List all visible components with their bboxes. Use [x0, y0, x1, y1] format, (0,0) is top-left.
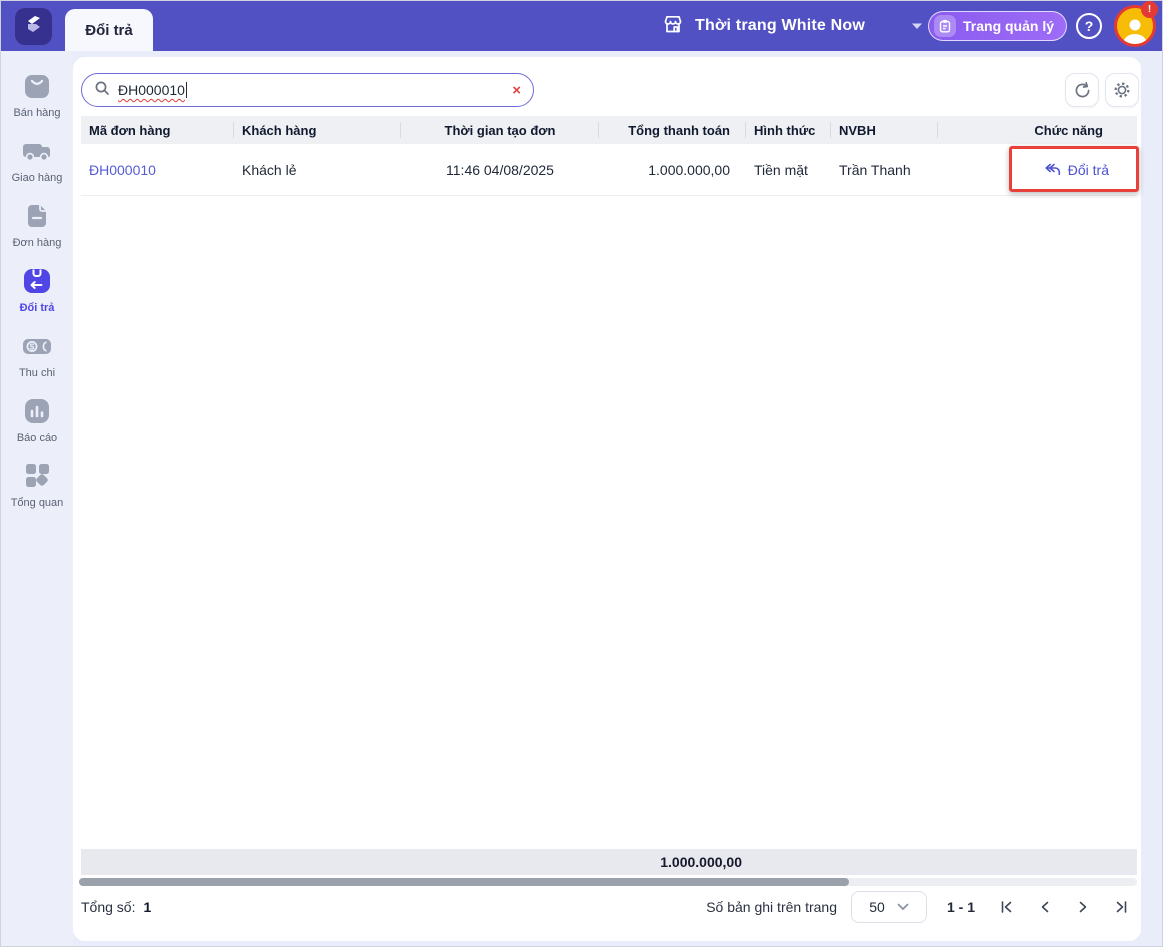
question-mark-icon: ?: [1084, 18, 1094, 34]
content-panel: ĐH000010 × Mã đơn hàng Khách hàng Thời g…: [73, 57, 1141, 941]
return-arrow-icon: [1045, 163, 1060, 176]
cell-order-code: ĐH000010: [81, 144, 234, 195]
app-logo[interactable]: [15, 8, 52, 45]
sidebar-item-don-hang[interactable]: Đơn hàng: [1, 201, 73, 249]
chevron-right-icon: [1079, 901, 1087, 913]
overview-grid-icon: [26, 464, 49, 487]
first-page-button[interactable]: [995, 895, 1019, 919]
next-page-button[interactable]: [1071, 895, 1095, 919]
sidebar-item-ban-hang[interactable]: Bán hàng: [1, 71, 73, 119]
pager-controls: Số bản ghi trên trang 50 1 - 1: [706, 891, 1133, 923]
top-bar: Đổi trả Thời trang White Now Trang quản …: [1, 1, 1162, 51]
sapo-logo-icon: [23, 13, 45, 40]
column-header-payment-method[interactable]: Hình thức: [746, 116, 831, 144]
text-cursor: [185, 82, 187, 98]
column-header-created-at[interactable]: Thời gian tạo đơn: [401, 116, 599, 144]
page-range: 1 - 1: [946, 899, 975, 915]
previous-page-button[interactable]: [1033, 895, 1057, 919]
order-document-icon: [28, 205, 46, 227]
sidebar-item-giao-hang[interactable]: Giao hàng: [1, 136, 73, 184]
sidebar-item-label: Đổi trả: [19, 302, 55, 314]
cash-icon: $: [23, 339, 51, 354]
notification-badge: !: [1141, 1, 1158, 18]
admin-page-button[interactable]: Trang quản lý: [928, 11, 1068, 41]
page-size-value: 50: [869, 899, 885, 915]
chevron-down-icon: [897, 903, 909, 911]
horizontal-scrollbar[interactable]: [79, 878, 1137, 886]
return-action-button[interactable]: Đổi trả: [1044, 162, 1109, 178]
bar-chart-icon: [25, 399, 49, 423]
store-selector[interactable]: Thời trang White Now: [661, 1, 923, 51]
return-action-label: Đổi trả: [1067, 161, 1109, 178]
table-row: ĐH000010 Khách lẻ 11:46 04/08/2025 1.000…: [81, 144, 1137, 196]
person-icon: [1123, 19, 1147, 44]
sidebar-item-doi-tra[interactable]: Đổi trả: [1, 266, 73, 314]
cell-created-at: 11:46 04/08/2025: [446, 161, 554, 178]
clipboard-icon: [934, 15, 956, 37]
orders-table: Mã đơn hàng Khách hàng Thời gian tạo đơn…: [81, 116, 1137, 196]
total-count-value: 1: [143, 899, 152, 915]
column-header-action[interactable]: Chức năng: [938, 116, 1137, 144]
search-input[interactable]: ĐH000010 ×: [81, 73, 534, 107]
sidebar-item-label: Tổng quan: [10, 497, 64, 509]
cell-payment-method: Tiền mặt: [754, 161, 808, 178]
summary-row: 1.000.000,00: [81, 849, 1137, 875]
tab-doi-tra[interactable]: Đổi trả: [65, 9, 153, 51]
cell-action: Đổi trả: [938, 144, 1137, 195]
gear-icon: [1114, 82, 1130, 98]
order-code-link[interactable]: ĐH000010: [89, 162, 156, 178]
cell-customer: Khách lẻ: [242, 161, 297, 178]
sidebar-item-label: Giao hàng: [11, 172, 63, 184]
clear-search-icon[interactable]: ×: [512, 83, 521, 98]
svg-text:$: $: [30, 342, 35, 352]
summary-total: 1.000.000,00: [660, 854, 742, 870]
delivery-truck-icon: [23, 144, 50, 162]
column-header-customer[interactable]: Khách hàng: [234, 116, 401, 144]
sidebar-item-bao-cao[interactable]: Báo cáo: [1, 396, 73, 444]
app-window: Đổi trả Thời trang White Now Trang quản …: [0, 0, 1163, 947]
page-size-select[interactable]: 50: [850, 891, 927, 923]
store-name: Thời trang White Now: [695, 17, 866, 34]
pagination-footer: Tổng số: 1 Số bản ghi trên trang 50 1 - …: [81, 889, 1133, 925]
sidebar: Bán hàng Giao hàng Đơn hàng Đổi trả $ Th…: [1, 51, 73, 946]
last-page-button[interactable]: [1109, 895, 1133, 919]
help-button[interactable]: ?: [1076, 13, 1102, 39]
column-header-salesperson[interactable]: NVBH: [831, 116, 938, 144]
sidebar-item-label: Bán hàng: [13, 107, 61, 119]
settings-button[interactable]: [1105, 73, 1139, 107]
sidebar-item-tong-quan[interactable]: Tổng quan: [1, 461, 73, 509]
column-header-total[interactable]: Tổng thanh toán: [599, 116, 746, 144]
admin-page-button-label: Trang quản lý: [963, 18, 1055, 34]
chevron-left-icon: [1041, 901, 1049, 913]
cell-total: 1.000.000,00: [648, 161, 730, 178]
sidebar-item-label: Báo cáo: [16, 432, 58, 444]
last-page-icon: [1116, 901, 1127, 913]
cell-salesperson: Trần Thanh: [839, 161, 911, 178]
storefront-icon: [661, 12, 685, 41]
total-count: Tổng số: 1: [81, 899, 151, 915]
search-icon: [94, 80, 110, 101]
return-box-icon: [24, 269, 50, 293]
page-size-label: Số bản ghi trên trang: [706, 899, 837, 915]
total-count-label: Tổng số:: [81, 899, 136, 915]
sidebar-item-thu-chi[interactable]: $ Thu chi: [1, 331, 73, 379]
column-header-order-code[interactable]: Mã đơn hàng: [81, 116, 234, 144]
shopping-bag-icon: [25, 75, 49, 98]
scrollbar-thumb[interactable]: [79, 878, 849, 886]
sidebar-item-label: Thu chi: [18, 367, 56, 379]
table-header-row: Mã đơn hàng Khách hàng Thời gian tạo đơn…: [81, 116, 1137, 144]
search-value: ĐH000010: [118, 82, 185, 98]
chevron-down-icon: [911, 17, 923, 35]
refresh-button[interactable]: [1065, 73, 1099, 107]
tab-label: Đổi trả: [85, 21, 133, 39]
refresh-icon: [1075, 81, 1089, 97]
sidebar-item-label: Đơn hàng: [12, 237, 62, 249]
first-page-icon: [1001, 901, 1012, 913]
